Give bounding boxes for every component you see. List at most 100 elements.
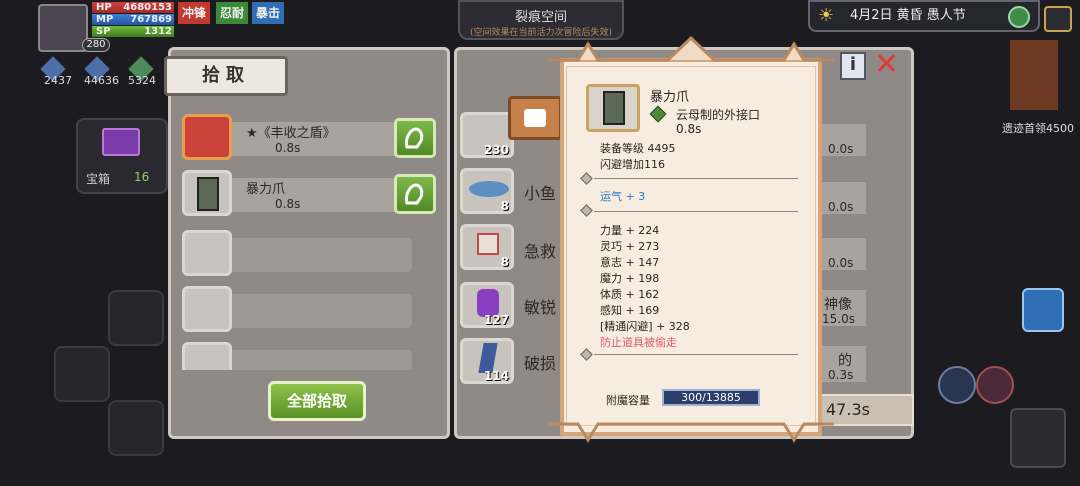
stat-value-3: 5324 (128, 74, 156, 87)
globe-icon[interactable] (1008, 6, 1030, 28)
event-title: 裂痕空间 (514, 10, 567, 25)
tag-crit[interactable]: 暴击 (252, 2, 285, 24)
pick-all-button[interactable]: 全部拾取 (268, 381, 366, 421)
dpad-down[interactable] (108, 400, 164, 456)
pick-button-1[interactable] (394, 118, 436, 158)
tooltip-dodge: 闪避增加116 (600, 158, 665, 171)
tooltip-stat: 力量 + 224 (600, 224, 660, 237)
pick-hand-icon (405, 183, 424, 205)
claw-icon (182, 170, 232, 216)
hp-value: 4680153 (123, 2, 172, 13)
loot-row-2[interactable]: 暴力爪 0.8s (180, 170, 412, 216)
fish-icon (469, 181, 509, 197)
date-bar[interactable]: ☀ 4月2日 黄昏 愚人节 (808, 0, 1040, 32)
hp-label: HP (96, 2, 112, 13)
tooltip-ornament-top (548, 36, 834, 62)
item-count: 114 (483, 369, 509, 383)
tooltip-item-name: 暴力爪 (650, 90, 690, 105)
item-count: 230 (483, 143, 509, 157)
dash-skill-icon[interactable] (1022, 288, 1064, 332)
event-banner[interactable]: 裂痕空间 (空间效果在当前活力次冒险后失效) (458, 0, 624, 40)
chest-label: 宝箱 (86, 172, 111, 186)
enchant-capacity-label: 附魔容量 (606, 394, 650, 407)
close-icon[interactable]: ✕ (874, 50, 906, 82)
nearby-name-2: 小鱼 (524, 184, 557, 203)
nearby-time-2: 0.0s (828, 200, 854, 214)
exit-icon[interactable] (1044, 6, 1072, 32)
item-count: 8 (500, 199, 509, 213)
nearby-name-4: 敏锐 (524, 298, 557, 317)
nearby-extra-5: 的 (838, 353, 852, 369)
dpad-up[interactable] (108, 290, 164, 346)
pick-button-2[interactable] (394, 174, 436, 214)
shield-icon (182, 114, 232, 160)
tooltip-stat: 意志 + 147 (600, 256, 660, 269)
tooltip-time: 0.8s (676, 122, 702, 136)
pick-hand-icon (405, 127, 424, 149)
tooltip-stat: 灵巧 + 273 (600, 240, 660, 253)
nearby-time-1: 0.0s (828, 142, 854, 156)
chest-count: 16 (134, 170, 150, 184)
loot-item-name: ★《丰收之盾》 (246, 126, 336, 141)
claw-icon (586, 84, 640, 132)
loot-title: 拾取 (164, 56, 288, 96)
item-count: 8 (500, 255, 509, 269)
dpad-left[interactable] (54, 346, 110, 402)
sun-icon: ☀ (818, 5, 835, 26)
tooltip-luck: 运气 + 3 (600, 190, 646, 203)
chest-button[interactable]: 宝箱 16 (76, 118, 168, 194)
nearby-item-2[interactable]: 8 (460, 168, 514, 214)
tooltip-ornament-bottom (548, 422, 834, 443)
loot-row-1[interactable]: ★《丰收之盾》 0.8s (180, 114, 412, 160)
loot-row-empty-3 (180, 342, 412, 370)
avatar[interactable] (38, 4, 88, 52)
boss-portrait[interactable] (1010, 40, 1058, 110)
enchant-capacity-bar: 300/13885 (662, 389, 760, 406)
nearby-extra-4: 神像 (824, 297, 852, 313)
lock-icon[interactable] (508, 96, 562, 140)
loot-row-empty-1 (180, 230, 412, 276)
nearby-name-5: 破损 (524, 354, 557, 373)
tag-endure[interactable]: 忍耐 (216, 2, 249, 24)
level-badge: 280 (82, 38, 110, 52)
loot-row-empty-2 (180, 286, 412, 332)
nearby-item-1[interactable]: 230 (460, 112, 514, 158)
nearby-time-3: 0.0s (828, 256, 854, 270)
tooltip-special: 防止道具被偷走 (600, 336, 677, 349)
mp-label: MP (96, 14, 114, 25)
info-icon[interactable]: i (840, 52, 866, 80)
bow-weapon-icon[interactable] (1010, 408, 1066, 468)
separator (594, 211, 798, 212)
nearby-time-4: 15.0s (822, 312, 855, 326)
nearby-item-5[interactable]: 114 (460, 338, 514, 384)
tooltip-stat: 体质 + 162 (600, 288, 660, 301)
firstaid-icon (477, 233, 499, 255)
sp-bar: SP 1312 (92, 26, 174, 37)
tag-charge[interactable]: 冲锋 (178, 2, 211, 24)
nearby-name-3: 急救 (524, 242, 557, 261)
tooltip-stat: 魔力 + 198 (600, 272, 660, 285)
nearby-item-3[interactable]: 8 (460, 224, 514, 270)
hp-bar: HP 4680153 (92, 2, 174, 13)
loot-item-time: 0.8s (275, 197, 301, 211)
nearby-time-5: 0.3s (828, 368, 854, 382)
mp-bar: MP 767869 (92, 14, 174, 25)
tooltip-material: 云母制的外接口 (676, 108, 761, 122)
chest-icon (102, 128, 140, 156)
item-count: 127 (483, 313, 509, 327)
nearby-item-4[interactable]: 127 (460, 282, 514, 328)
skill-icon-1[interactable] (938, 366, 976, 404)
loot-item-name: 暴力爪 (246, 182, 286, 197)
sp-value: 1312 (144, 26, 172, 37)
tooltip-gear-level: 装备等级 4495 (600, 142, 676, 155)
stat-value-1: 2437 (44, 74, 72, 87)
stat-value-2: 44636 (84, 74, 119, 87)
skill-icon-2[interactable] (976, 366, 1014, 404)
separator (594, 354, 798, 355)
loot-item-time: 0.8s (275, 141, 301, 155)
tooltip-stat: [精通闪避] + 328 (600, 320, 690, 333)
tooltip-stat: 感知 + 169 (600, 304, 660, 317)
boss-text: 遗迹首领4500 (1002, 122, 1074, 135)
mp-value: 767869 (130, 14, 172, 25)
date-text: 4月2日 黄昏 愚人节 (850, 8, 966, 23)
